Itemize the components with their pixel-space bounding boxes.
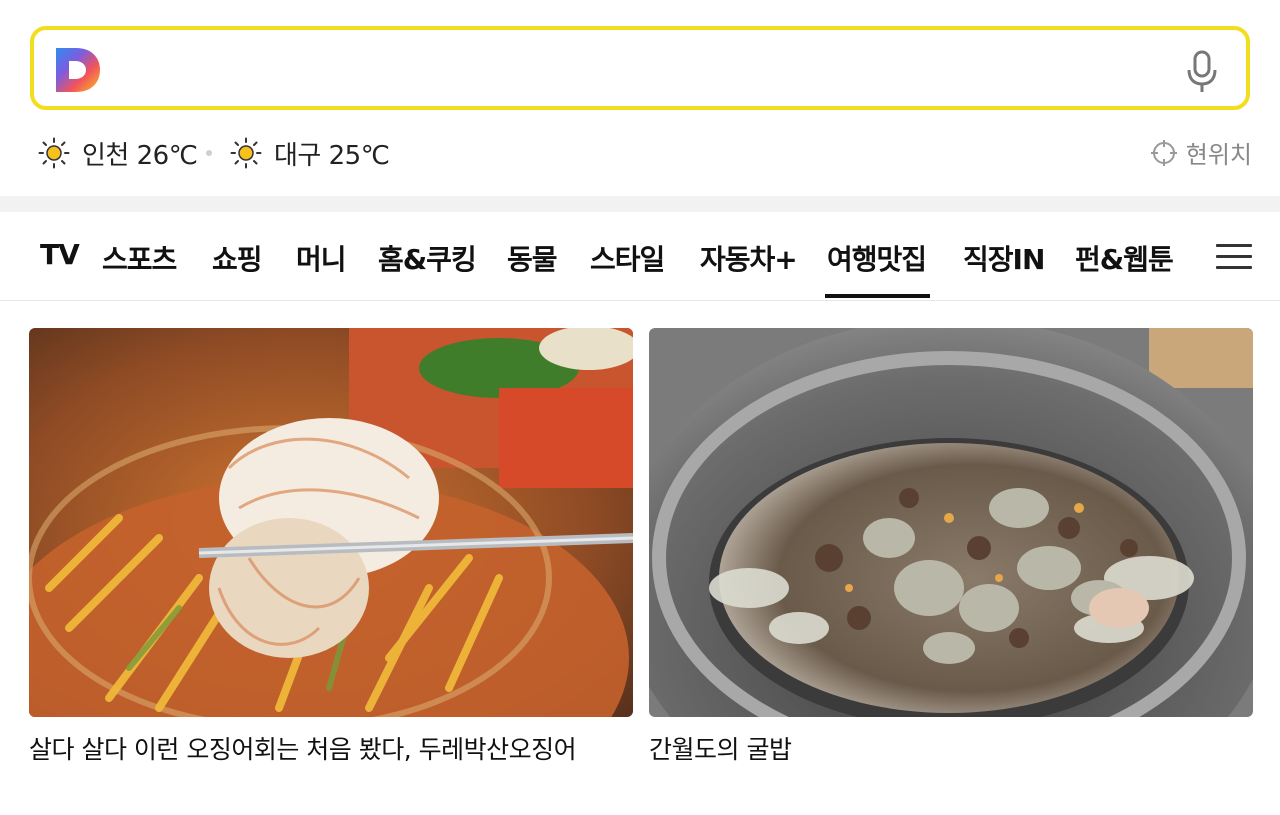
sun-icon — [230, 137, 262, 169]
daum-logo-icon — [56, 48, 100, 92]
weather-item[interactable]: 인천 26℃ — [38, 133, 198, 173]
tab-animals[interactable]: 동물 — [507, 238, 558, 278]
weather-item[interactable]: 대구 25℃ — [230, 133, 390, 173]
microphone-icon[interactable] — [1184, 50, 1220, 94]
current-location-button[interactable]: 현위치 — [1150, 135, 1252, 170]
search-input[interactable] — [124, 42, 1128, 96]
article-title[interactable]: 살다 살다 이런 오징어회는 처음 봤다, 두레박산오징어 — [29, 731, 589, 769]
tab-sports[interactable]: 스포츠 — [102, 238, 177, 278]
weather-text: 인천 26℃ — [82, 140, 198, 171]
tab-work[interactable]: 직장IN — [963, 238, 1045, 278]
tab-fun-webtoon[interactable]: 펀&웹툰 — [1075, 238, 1174, 278]
weather-row: 인천 26℃ 대구 25℃ 현위치 — [38, 133, 1252, 173]
section-divider — [0, 196, 1280, 212]
current-location-label: 현위치 — [1185, 141, 1252, 169]
oyster-rice-photo — [649, 328, 1253, 717]
weather-separator — [206, 150, 212, 156]
tab-travel-food[interactable]: 여행맛집 — [824, 238, 931, 298]
article-title[interactable]: 간월도의 굴밥 — [649, 731, 1209, 769]
tab-shopping[interactable]: 쇼핑 — [212, 238, 263, 278]
article-thumbnail[interactable] — [29, 328, 633, 717]
category-nav: TV 스포츠 쇼핑 머니 홈&쿠킹 동물 스타일 자동차+ 여행맛집 직장IN … — [0, 212, 1280, 301]
tab-money[interactable]: 머니 — [296, 238, 347, 278]
menu-icon[interactable] — [1216, 242, 1252, 270]
article-card[interactable]: 살다 살다 이런 오징어회는 처음 봤다, 두레박산오징어 — [29, 328, 633, 769]
squid-noodle-photo — [29, 328, 633, 717]
tab-cars[interactable]: 자동차+ — [700, 238, 798, 278]
crosshair-icon — [1150, 139, 1177, 166]
sun-icon — [38, 137, 70, 169]
article-thumbnail[interactable] — [649, 328, 1253, 717]
weather-text: 대구 25℃ — [274, 140, 390, 171]
search-bar[interactable] — [30, 26, 1250, 110]
tab-home-cooking[interactable]: 홈&쿠킹 — [378, 238, 477, 278]
article-card[interactable]: 간월도의 굴밥 — [649, 328, 1253, 769]
tab-tv[interactable]: TV — [40, 238, 80, 271]
tab-style[interactable]: 스타일 — [590, 238, 665, 278]
